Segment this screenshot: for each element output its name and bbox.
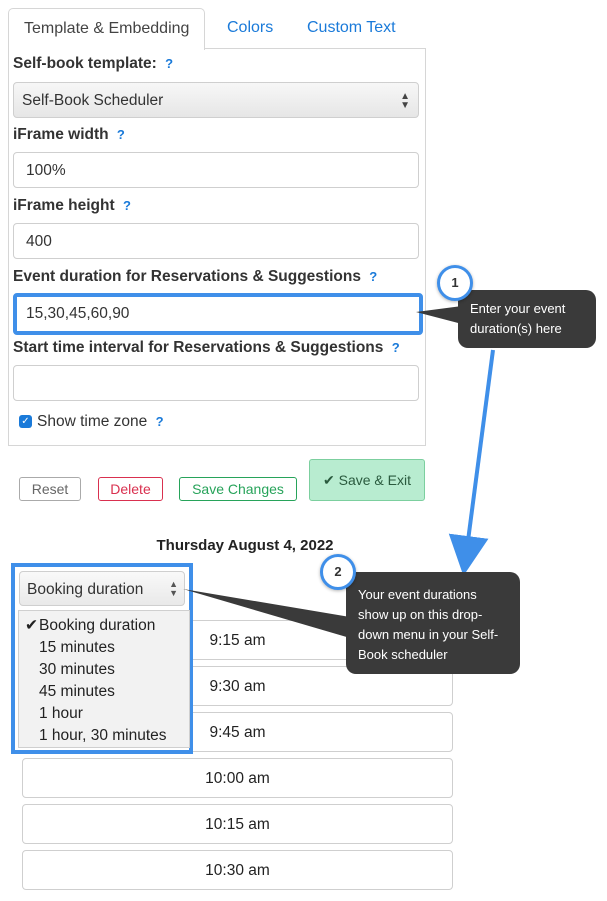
callout-tail — [183, 589, 350, 638]
step-badge-2: 2 — [320, 554, 356, 590]
connector-arrow — [448, 349, 495, 576]
step-badge-1: 1 — [437, 265, 473, 301]
annotation-arrows — [183, 306, 495, 638]
callout-1: Enter your event duration(s) here — [458, 290, 596, 348]
callout-2: Your event durations show up on this dro… — [346, 572, 520, 674]
tab-template-embedding[interactable]: Template & Embedding — [8, 8, 206, 50]
callout-tail — [416, 306, 462, 324]
